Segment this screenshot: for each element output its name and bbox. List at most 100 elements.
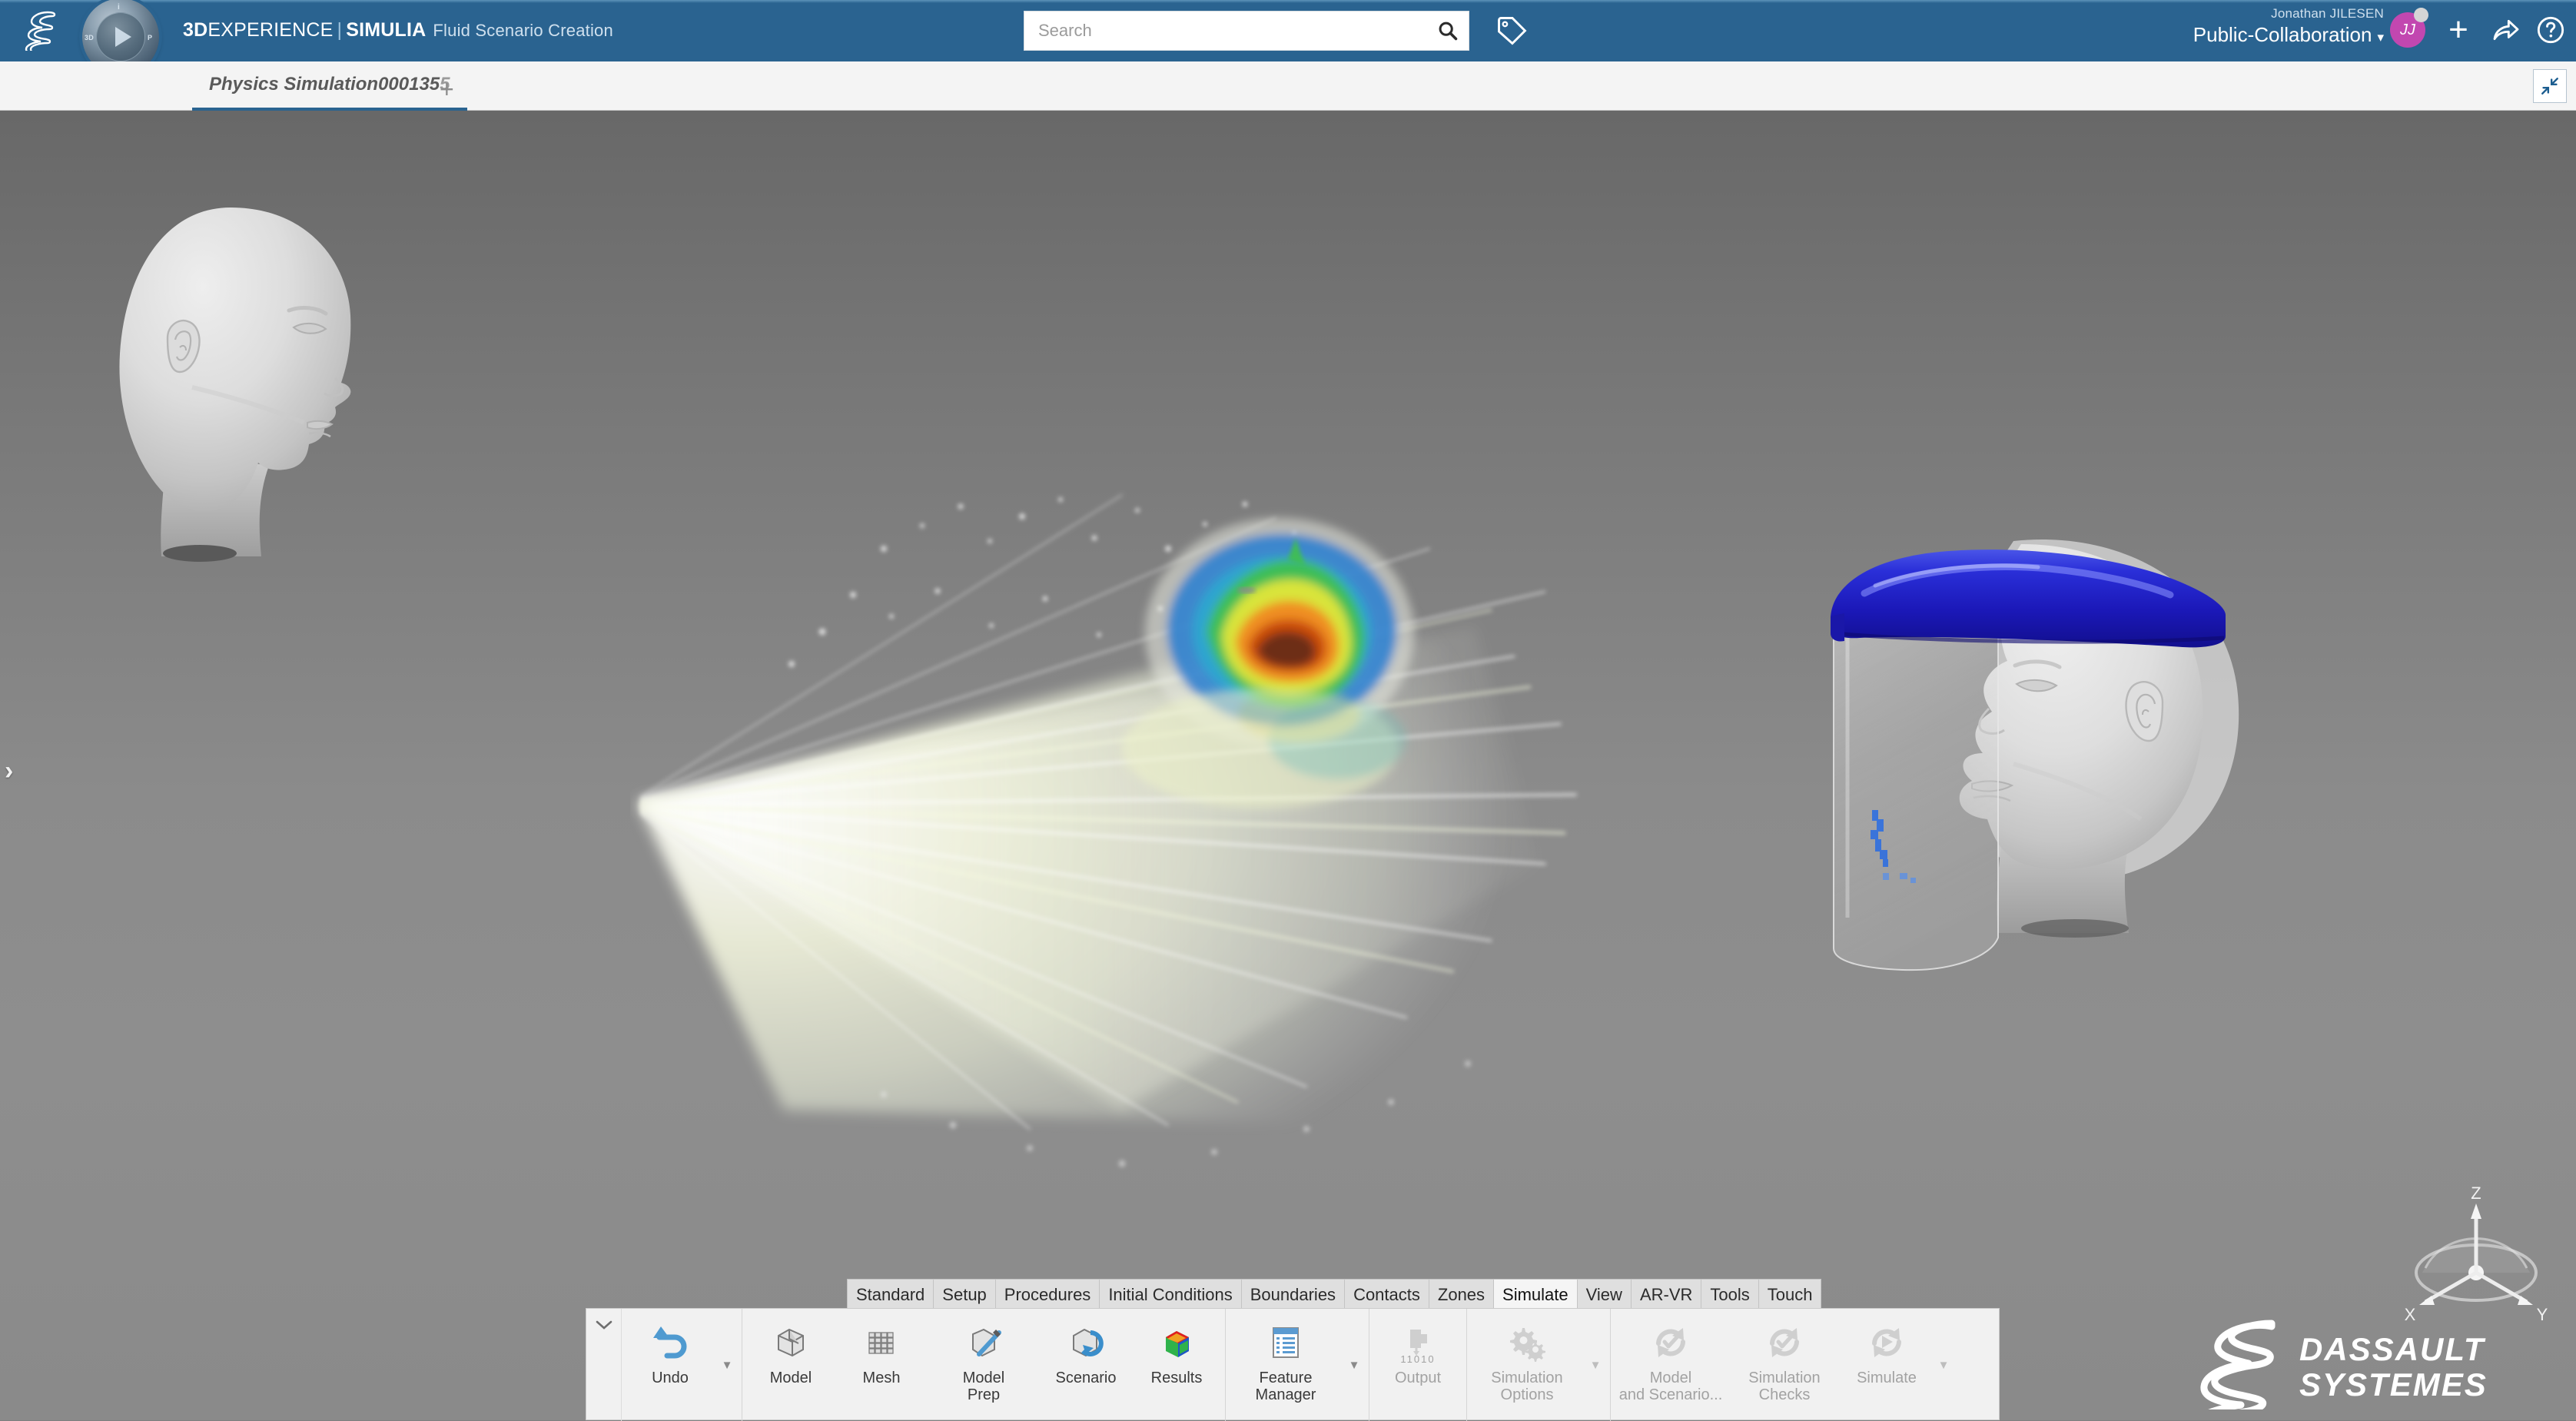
action-tab-contacts[interactable]: Contacts [1344, 1279, 1429, 1310]
action-bar-tabs: Standard Setup Procedures Initial Condition… [847, 1279, 1822, 1310]
action-bar-command-groups: Undo ▼ Model Mesh Model Prep Scenario Results Fe… [622, 1309, 1958, 1421]
play-sync-icon [1865, 1318, 1908, 1366]
action-tab-standard[interactable]: Standard [847, 1279, 934, 1310]
action-tab-setup[interactable]: Setup [933, 1279, 996, 1310]
document-tab-strip: Physics Simulation000135 5 + [0, 61, 2576, 111]
restore-window-icon[interactable] [2533, 69, 2567, 103]
command-output: 11010 Output [1373, 1309, 1463, 1415]
feature-group: Feature Manager ▼ [1226, 1309, 1369, 1421]
command-results[interactable]: Results [1131, 1309, 1222, 1415]
chevron-down-icon: ▾ [2377, 30, 2384, 45]
check-sync-icon [1649, 1318, 1692, 1366]
action-tab-simulate[interactable]: Simulate [1493, 1279, 1578, 1310]
add-tab-button[interactable]: + [440, 75, 454, 104]
search-icon[interactable] [1427, 12, 1469, 50]
command-simulate: Simulate [1841, 1309, 1932, 1415]
command-model[interactable]: Model [745, 1309, 836, 1415]
action-tab-zones[interactable]: Zones [1428, 1279, 1495, 1310]
model-block-icon [769, 1318, 812, 1366]
command-label: Model [769, 1370, 812, 1386]
command-model-and-scenario: Model and Scenario... [1614, 1309, 1728, 1415]
command-feature-manager[interactable]: Feature Manager [1229, 1309, 1343, 1415]
source-head-model[interactable] [77, 195, 407, 579]
action-bar-body: Undo ▼ Model Mesh Model Prep Scenario Results Fe… [586, 1308, 2000, 1421]
output-icon: 11010 [1396, 1318, 1439, 1366]
tag-icon[interactable] [1495, 14, 1529, 48]
app-name: Fluid Scenario Creation [433, 21, 613, 40]
command-label: Results [1150, 1370, 1203, 1386]
output-group: 11010 Output [1369, 1309, 1467, 1421]
product-name: SIMULIA [346, 19, 427, 41]
presence-status-dot [2414, 8, 2428, 22]
command-label: Undo [652, 1370, 689, 1386]
action-tab-ar-vr[interactable]: AR-VR [1630, 1279, 1702, 1310]
results-rainbow-icon [1155, 1318, 1198, 1366]
axis-triad-widget[interactable]: Z X Y [2399, 1182, 2553, 1336]
action-tab-initial-conditions[interactable]: Initial Conditions [1099, 1279, 1242, 1310]
compass-play-triangle-icon [115, 27, 131, 47]
compass-inner-button[interactable] [96, 12, 145, 61]
chevron-down-icon[interactable]: ▼ [715, 1309, 739, 1421]
action-tab-touch[interactable]: Touch [1758, 1279, 1822, 1310]
compass-label-info: i [118, 3, 121, 12]
dassault-systemes-logo-icon[interactable] [17, 11, 65, 57]
search-input[interactable] [1024, 12, 1427, 50]
chevron-down-icon[interactable]: ▼ [1343, 1309, 1366, 1421]
command-simulation-checks: Simulation Checks [1728, 1309, 1841, 1415]
action-tab-boundaries[interactable]: Boundaries [1240, 1279, 1346, 1310]
command-label: Simulation Checks [1748, 1370, 1821, 1404]
command-label: Simulation Options [1491, 1370, 1563, 1404]
share-icon[interactable] [2488, 12, 2524, 48]
command-label: Mesh [862, 1370, 901, 1386]
command-model-prep[interactable]: Model Prep [927, 1309, 1041, 1415]
add-button[interactable]: + [2441, 12, 2476, 48]
tab-label: Physics Simulation000135 [209, 74, 440, 95]
topbar-sheen [0, 0, 2576, 3]
command-label: Model and Scenario... [1618, 1370, 1723, 1404]
action-tab-view[interactable]: View [1576, 1279, 1632, 1310]
action-bar: Standard Setup Procedures Initial Condition… [586, 1279, 2000, 1421]
command-label: Scenario [1055, 1370, 1117, 1386]
search-box[interactable] [1024, 11, 1469, 51]
command-undo[interactable]: Undo [625, 1309, 715, 1415]
compass-label-p: P [148, 34, 153, 42]
dassault-systemes-watermark: DASSAULT SYSTEMES [2192, 1317, 2538, 1420]
top-navigation-bar: 3D P i ▭▭ 3DEXPERIENCE|SIMULIAFluid Scen… [0, 0, 2576, 75]
undo-group: Undo ▼ [622, 1309, 742, 1421]
help-icon[interactable] [2533, 12, 2568, 48]
options-group: Simulation Options ▼ [1467, 1309, 1611, 1421]
action-bar-collapse-button[interactable] [586, 1309, 622, 1421]
compass-label-3d: 3D [85, 34, 95, 42]
command-label: Feature Manager [1255, 1370, 1316, 1404]
add-button-label: + [2448, 11, 2468, 48]
apps-group: Model Mesh Model Prep Scenario Results [742, 1309, 1226, 1421]
command-label: Simulate [1857, 1370, 1917, 1386]
collaboration-space-selector[interactable]: Public-Collaboration ▾ [2193, 23, 2384, 47]
command-label: Model Prep [962, 1370, 1005, 1404]
chevron-down-icon: ▼ [1937, 1358, 1950, 1372]
model-prep-icon [962, 1318, 1005, 1366]
brand-3d: 3D [183, 19, 208, 41]
command-mesh[interactable]: Mesh [836, 1309, 927, 1415]
action-tab-tools[interactable]: Tools [1701, 1279, 1759, 1310]
gears-icon [1505, 1318, 1549, 1366]
3d-viewport[interactable]: › Z X Y DASSAULT SYSTEMES [0, 111, 2576, 1420]
application-title: 3DEXPERIENCE | SIMULIA Fluid Scenario Creat… [183, 19, 613, 42]
avatar-initials: JJ [2400, 21, 2415, 38]
receiver-head-model[interactable] [1768, 518, 2321, 1010]
droplet-spray-cloud [630, 433, 1629, 1202]
action-tab-procedures[interactable]: Procedures [994, 1279, 1100, 1310]
check-sync-icon [1763, 1318, 1806, 1366]
tab-physics-simulation[interactable]: Physics Simulation000135 5 [192, 61, 467, 111]
brand-separator: | [337, 19, 343, 41]
command-simulation-options: Simulation Options [1470, 1309, 1584, 1415]
mesh-grid-icon [860, 1318, 903, 1366]
command-scenario[interactable]: Scenario [1041, 1309, 1131, 1415]
run-group: Model and Scenario... Simulation Checks Simu… [1611, 1309, 1958, 1421]
panel-expand-arrow-icon[interactable]: › [5, 756, 13, 786]
output-icon-digits: 11010 [1400, 1353, 1436, 1365]
collaboration-space-label: Public-Collaboration [2193, 23, 2372, 46]
user-name: Jonathan JILESEN [2271, 6, 2384, 21]
feature-manager-icon [1264, 1318, 1307, 1366]
user-block: Jonathan JILESEN Public-Collaboration ▾ [2193, 6, 2384, 47]
